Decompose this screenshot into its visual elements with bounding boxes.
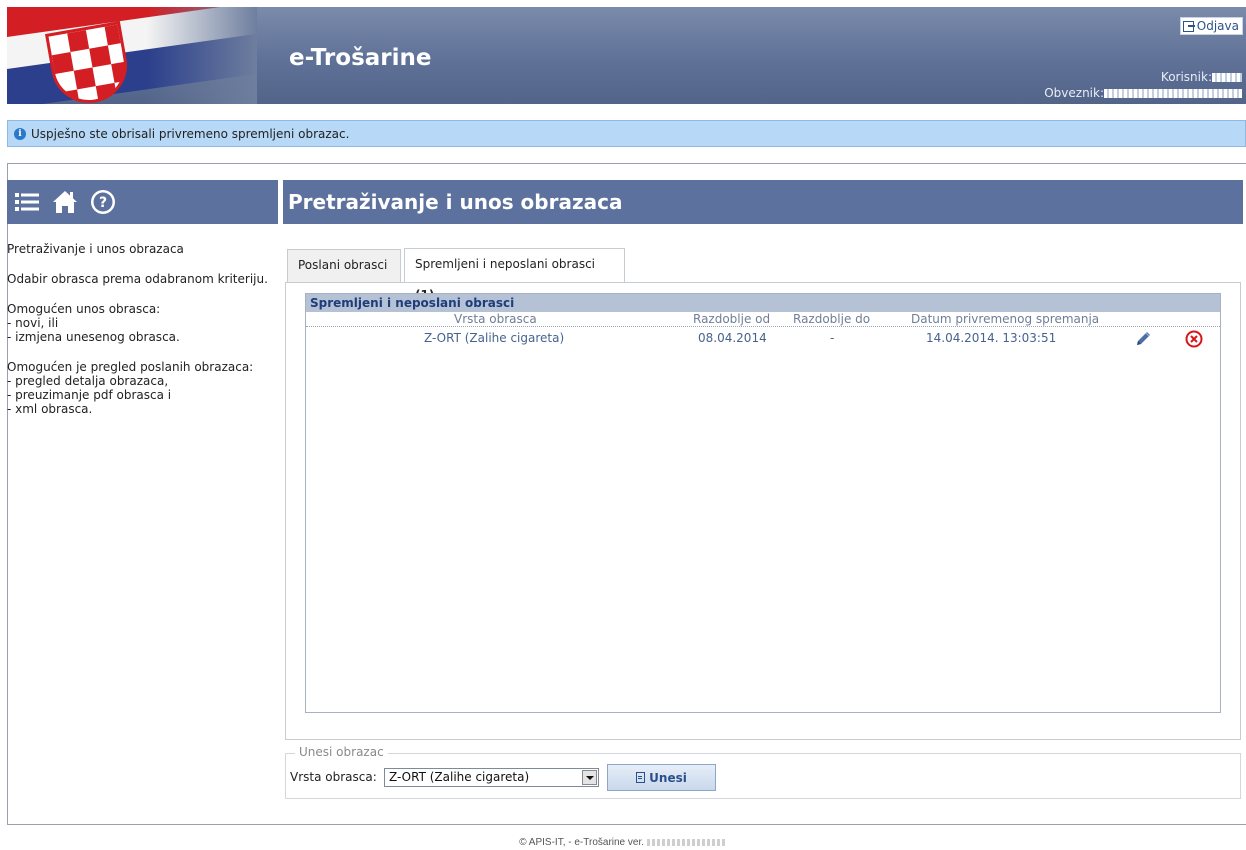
col-header-vrsta[interactable]: Vrsta obrasca [454, 312, 537, 327]
notice-text: Uspješno ste obrisali privremeno spremlj… [31, 126, 350, 141]
left-description: Pretraživanje i unos obrazaca Odabir obr… [7, 242, 277, 426]
table-caption: Spremljeni i neposlani obrasci [306, 294, 1220, 312]
app-header: e-Trošarine Odjava Korisnik: Obveznik: [7, 7, 1246, 104]
entry-item: - izmjena unesenog obrasca. [7, 330, 180, 344]
form-type-label: Vrsta obrasca: [290, 770, 377, 784]
review-item: - preuzimanje pdf obrasca i [7, 388, 172, 402]
logout-icon [1182, 20, 1195, 32]
unesi-label: Unesi [649, 770, 687, 785]
home-icon[interactable] [51, 188, 79, 216]
redacted-taxpayer [1104, 89, 1242, 98]
entry-item: - novi, ili [7, 316, 59, 330]
cell-razdoblje-do: - [830, 331, 835, 345]
svg-text:?: ? [99, 195, 107, 211]
table-header: Vrsta obrasca Razdoblje od Razdoblje do … [306, 312, 1220, 327]
col-header-razdoblje-do[interactable]: Razdoblje do [793, 312, 870, 327]
tab-saved-forms[interactable]: Spremljeni i neposlani obrasci (1) [404, 248, 625, 302]
left-subtitle: Odabir obrasca prema odabranom kriteriju… [7, 272, 268, 286]
unesi-button[interactable]: Unesi [607, 764, 716, 791]
list-icon[interactable] [13, 188, 41, 216]
chevron-down-icon[interactable] [582, 770, 597, 785]
entry-heading: Omogućen unos obrasca: [7, 302, 161, 316]
croatian-flag-logo [7, 7, 257, 104]
review-item: - xml obrasca. [7, 402, 93, 416]
tab-saved-label: Spremljeni i neposlani obrasci [415, 257, 595, 271]
saved-forms-table: Spremljeni i neposlani obrasci Vrsta obr… [305, 293, 1221, 713]
help-icon[interactable]: ? [89, 188, 117, 216]
form-type-selected: Z-ORT (Zalihe cigareta) [389, 770, 530, 784]
user-info: Korisnik: Obveznik: [1044, 69, 1242, 101]
document-icon [636, 772, 646, 783]
logout-label: Odjava [1196, 19, 1239, 33]
left-toolbar: ? [7, 180, 278, 224]
delete-circle-icon[interactable] [1185, 330, 1203, 351]
redacted-user [1212, 73, 1242, 82]
col-header-razdoblje-od[interactable]: Razdoblje od [693, 312, 770, 327]
pencil-icon[interactable] [1134, 330, 1152, 351]
app-title: e-Trošarine [289, 45, 432, 71]
page-title: Pretraživanje i unos obrazaca [283, 180, 1243, 224]
table-row[interactable]: Z-ORT (Zalihe cigareta) 08.04.2014 - 14.… [306, 327, 1220, 349]
entry-legend: Unesi obrazac [295, 745, 388, 759]
user-label: Korisnik: [1160, 70, 1212, 84]
redacted-version [646, 838, 727, 846]
footer-text: © APIS-IT, - e-Trošarine ver. [519, 837, 645, 848]
form-type-select[interactable]: Z-ORT (Zalihe cigareta) [384, 768, 599, 787]
col-header-datum[interactable]: Datum privremenog spremanja [911, 312, 1099, 327]
cell-razdoblje-od: 08.04.2014 [698, 331, 767, 345]
footer: © APIS-IT, - e-Trošarine ver. [0, 837, 1246, 848]
cell-datum: 14.04.2014. 13:03:51 [926, 331, 1057, 345]
left-title: Pretraživanje i unos obrazaca [7, 242, 184, 256]
success-notice: i Uspješno ste obrisali privremeno sprem… [7, 120, 1246, 147]
info-icon: i [14, 127, 26, 140]
tab-sent-forms[interactable]: Poslani obrasci [287, 249, 401, 282]
tab-sent-label: Poslani obrasci [298, 258, 388, 272]
logout-button[interactable]: Odjava [1179, 17, 1243, 35]
review-item: - pregled detalja obrazaca, [7, 374, 169, 388]
taxpayer-label: Obveznik: [1044, 86, 1104, 100]
review-heading: Omogućen je pregled poslanih obrazaca: [7, 360, 254, 374]
cell-vrsta[interactable]: Z-ORT (Zalihe cigareta) [424, 327, 564, 349]
